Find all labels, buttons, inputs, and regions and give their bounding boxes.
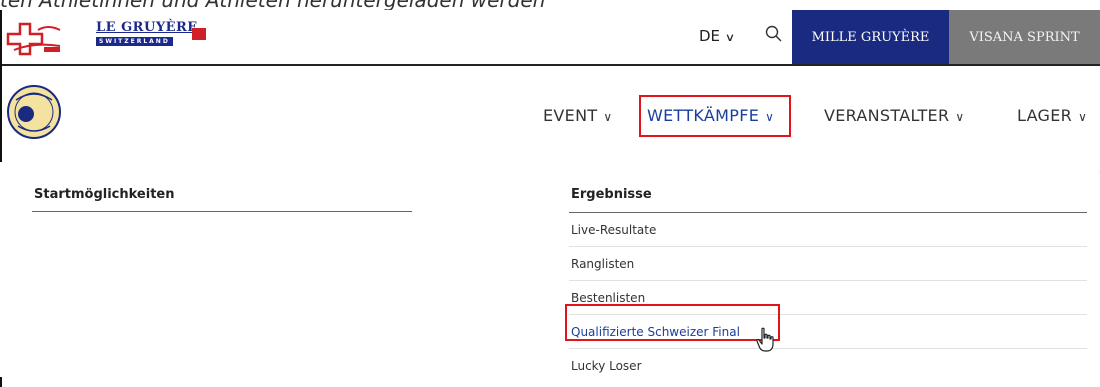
language-label: DE (699, 27, 721, 45)
mille-gruyere-emblem[interactable] (6, 84, 62, 140)
ergebnisse-heading: Ergebnisse (571, 187, 652, 202)
dropdown-panel: Startmöglichkeiten Ergebnisse Live-Resul… (0, 162, 1098, 377)
hand-cursor-icon (756, 327, 774, 352)
athletics-logo[interactable] (4, 20, 64, 56)
chevron-down-icon: ∨ (603, 110, 613, 124)
language-selector[interactable]: DE ∨ (699, 27, 736, 45)
menu-link-lucky-loser[interactable]: Lucky Loser (571, 359, 642, 373)
startmoeglichkeiten-heading: Startmöglichkeiten (34, 187, 175, 202)
divider (569, 246, 1087, 247)
brand-subtitle: SWITZERLAND (96, 37, 173, 46)
nav-veranstalter[interactable]: VERANSTALTER ∨ (824, 106, 964, 125)
nav-veranstalter-label: VERANSTALTER (824, 106, 950, 125)
mille-gruyere-button[interactable]: MILLE GRUYÈRE (792, 10, 949, 64)
divider (32, 211, 412, 212)
nav-event-label: EVENT (543, 106, 598, 125)
top-bar: LE GRUYÈRE SWITZERLAND DE ∨ MILLE GRUYÈRE… (2, 10, 1100, 66)
highlight-box-link (565, 304, 780, 341)
chevron-down-icon: ∨ (724, 31, 736, 44)
nav-event[interactable]: EVENT ∨ (543, 106, 613, 125)
divider (569, 212, 1087, 213)
nav-lager[interactable]: LAGER ∨ (1017, 106, 1087, 125)
search-icon[interactable] (764, 24, 784, 44)
visana-sprint-button[interactable]: VISANA SPRINT (949, 10, 1100, 64)
document-caption: ten Athletinnen und Athleten heruntergel… (0, 0, 546, 12)
nav-lager-label: LAGER (1017, 106, 1073, 125)
menu-link-live-resultate[interactable]: Live-Resultate (571, 223, 656, 237)
main-navigation: EVENT ∨ WETTKÄMPFE ∨ VERANSTALTER ∨ LAGER ∨ (2, 66, 1100, 170)
divider (569, 280, 1087, 281)
swiss-flag-icon (192, 28, 206, 40)
divider (569, 348, 1087, 349)
chevron-down-icon: ∨ (1078, 110, 1088, 124)
menu-link-bestenlisten[interactable]: Bestenlisten (571, 291, 645, 305)
brand-title: LE GRUYÈRE (96, 20, 198, 35)
menu-link-ranglisten[interactable]: Ranglisten (571, 257, 634, 271)
highlight-box-nav (639, 95, 791, 137)
chevron-down-icon: ∨ (955, 110, 965, 124)
le-gruyere-logo[interactable]: LE GRUYÈRE SWITZERLAND (96, 20, 206, 56)
